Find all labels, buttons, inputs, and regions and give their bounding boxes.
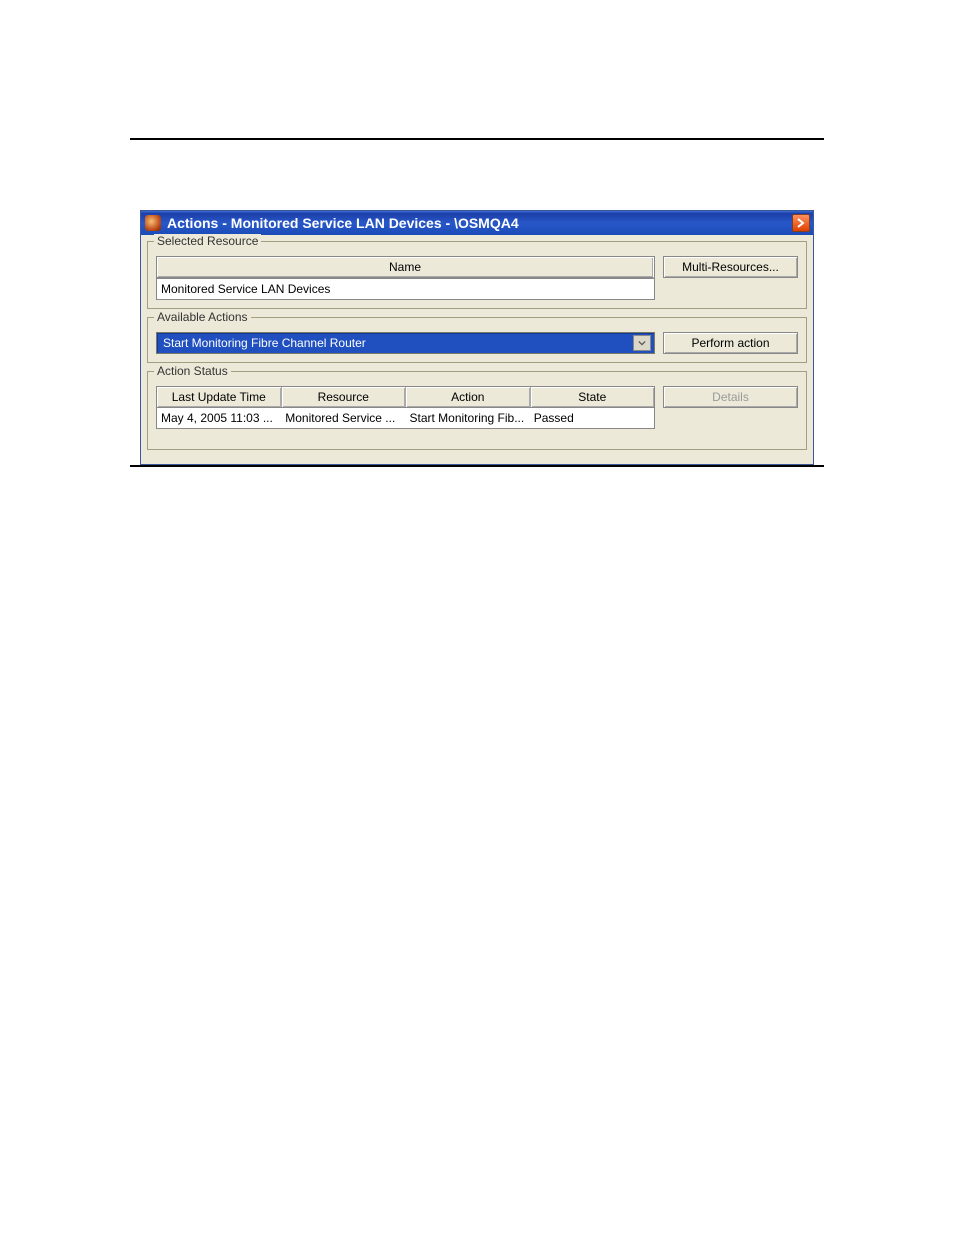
window-content: Selected Resource Name Monitored Service…: [141, 235, 813, 464]
perform-action-button[interactable]: Perform action: [663, 332, 798, 354]
top-separator: [130, 138, 824, 140]
state-header[interactable]: State: [531, 387, 655, 407]
action-status-legend: Action Status: [154, 364, 231, 378]
action-dropdown[interactable]: Start Monitoring Fibre Channel Router: [156, 332, 655, 354]
action-header[interactable]: Action: [406, 387, 531, 407]
action-status-fieldset: Action Status Last Update Time Resource …: [147, 371, 807, 450]
titlebar: Actions - Monitored Service LAN Devices …: [141, 211, 813, 235]
selected-resource-fieldset: Selected Resource Name Monitored Service…: [147, 241, 807, 309]
resource-name-cell[interactable]: Monitored Service LAN Devices: [157, 278, 654, 299]
status-table-header: Last Update Time Resource Action State: [157, 387, 654, 407]
resource-name-table: Name Monitored Service LAN Devices: [156, 256, 655, 300]
window-title: Actions - Monitored Service LAN Devices …: [167, 215, 519, 231]
dropdown-arrow-button[interactable]: [633, 335, 651, 351]
last-update-header[interactable]: Last Update Time: [157, 387, 282, 407]
bottom-separator: [130, 465, 824, 467]
available-actions-legend: Available Actions: [154, 310, 251, 324]
multi-resources-button[interactable]: Multi-Resources...: [663, 256, 798, 278]
state-cell: Passed: [530, 408, 654, 428]
close-button[interactable]: [792, 214, 810, 232]
chevron-right-icon: [796, 218, 806, 228]
last-update-cell: May 4, 2005 11:03 ...: [157, 408, 281, 428]
name-column-header[interactable]: Name: [157, 257, 654, 278]
table-row[interactable]: May 4, 2005 11:03 ... Monitored Service …: [157, 407, 654, 428]
chevron-down-icon: [638, 340, 646, 346]
resource-cell: Monitored Service ...: [281, 408, 405, 428]
app-icon: [145, 215, 161, 231]
details-button: Details: [663, 386, 798, 408]
selected-resource-legend: Selected Resource: [154, 234, 261, 248]
action-status-table: Last Update Time Resource Action State M…: [156, 386, 655, 429]
available-actions-fieldset: Available Actions Start Monitoring Fibre…: [147, 317, 807, 363]
resource-header[interactable]: Resource: [282, 387, 407, 407]
action-cell: Start Monitoring Fib...: [406, 408, 530, 428]
actions-window: Actions - Monitored Service LAN Devices …: [140, 210, 814, 465]
action-dropdown-value: Start Monitoring Fibre Channel Router: [163, 336, 366, 350]
